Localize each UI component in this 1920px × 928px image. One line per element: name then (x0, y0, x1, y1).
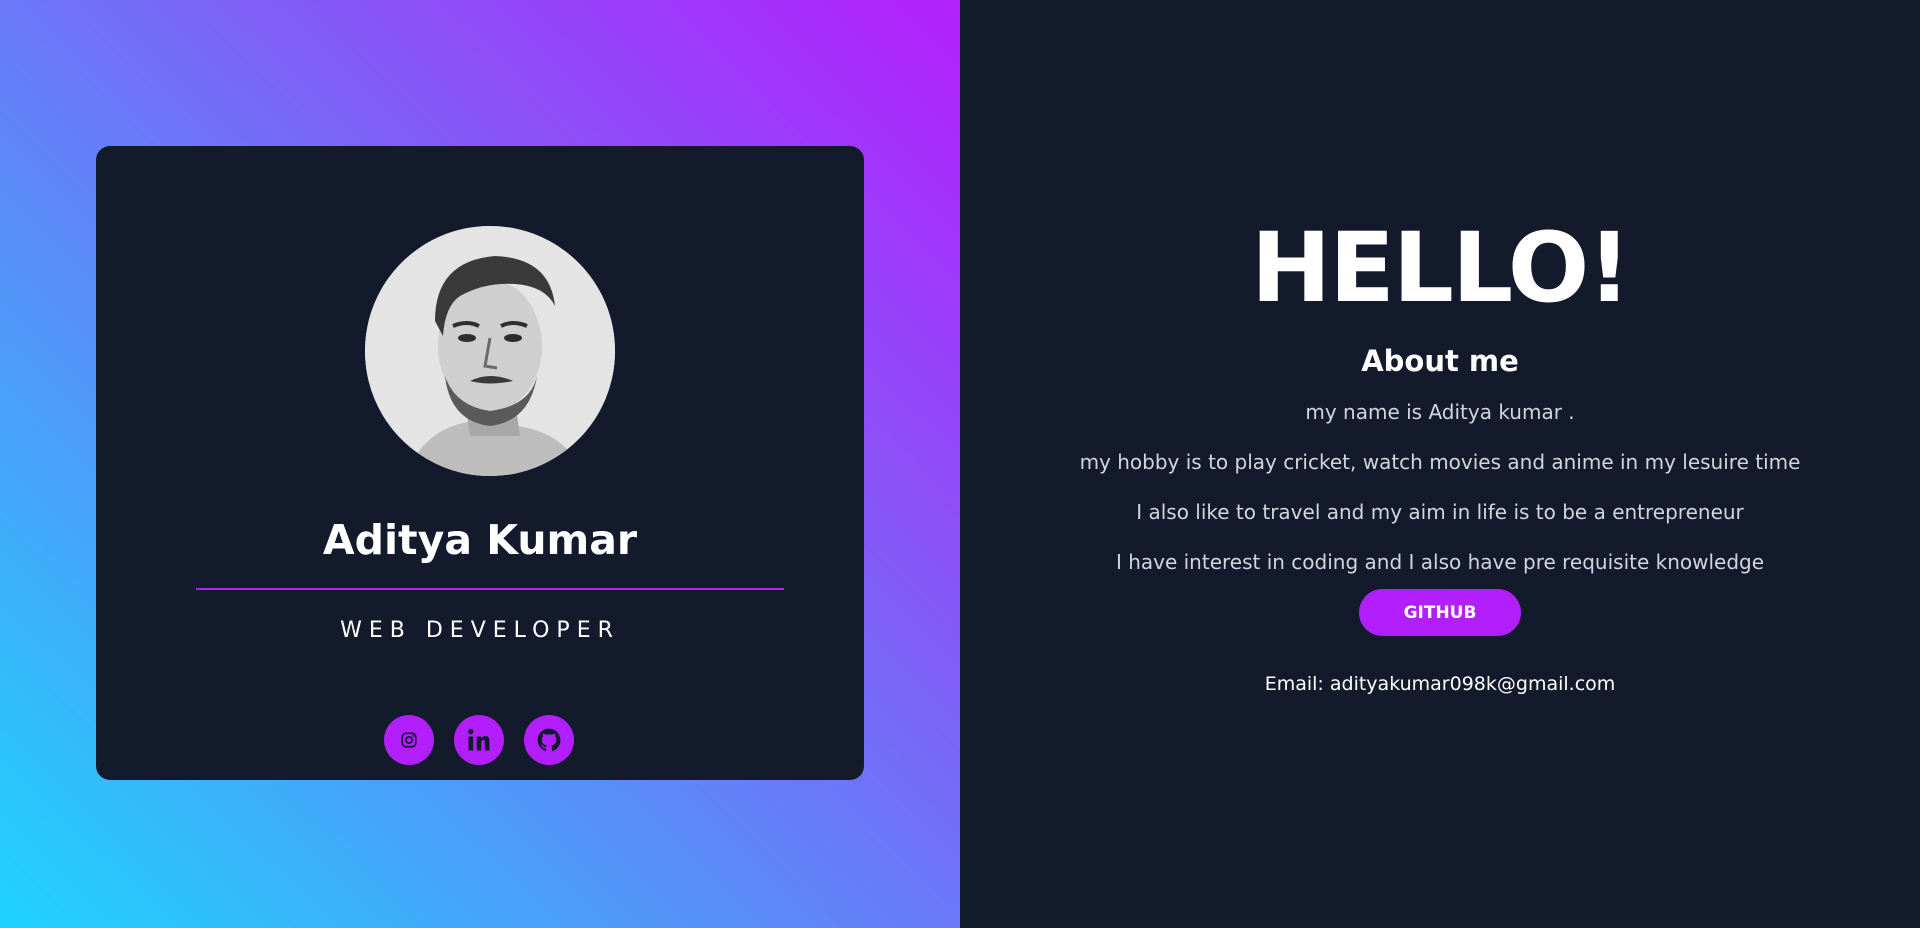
email-text: Email: adityakumar098k@gmail.com (1264, 673, 1616, 695)
right-dark-panel: HELLO! About me my name is Aditya kumar … (960, 0, 1920, 928)
profile-role: WEB DEVELOPER (340, 618, 620, 643)
linkedin-button[interactable] (454, 715, 504, 765)
social-links (384, 715, 574, 765)
hello-heading: HELLO! (1250, 212, 1631, 324)
instagram-button[interactable] (384, 715, 434, 765)
profile-card: Aditya Kumar WEB DEVELOPER (96, 146, 864, 780)
github-icon (537, 728, 561, 752)
instagram-icon (401, 732, 417, 748)
profile-name: Aditya Kumar (322, 516, 638, 564)
about-line: my name is Aditya kumar . (1305, 400, 1575, 424)
linkedin-icon (468, 728, 490, 751)
left-gradient-panel: Aditya Kumar WEB DEVELOPER (0, 0, 960, 928)
about-title: About me (1361, 344, 1519, 378)
about-line: I have interest in coding and I also hav… (1115, 550, 1765, 574)
profile-photo-icon (365, 226, 615, 476)
about-line: my hobby is to play cricket, watch movie… (1079, 450, 1801, 474)
github-button-icon-link[interactable] (524, 715, 574, 765)
avatar (365, 226, 615, 476)
github-button[interactable]: GITHUB (1359, 589, 1521, 636)
page: Aditya Kumar WEB DEVELOPER HELLO! About … (0, 0, 1920, 928)
about-line: I also like to travel and my aim in life… (1136, 500, 1744, 524)
name-divider (196, 588, 784, 590)
